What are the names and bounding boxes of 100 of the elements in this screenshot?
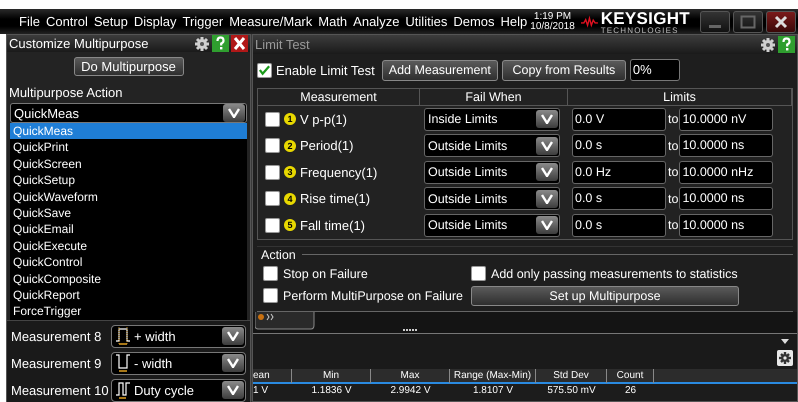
measurement-dropdown[interactable]: Duty cycle [111,378,246,402]
settings-icon[interactable] [760,36,776,52]
upper-limit-field[interactable]: 10.0000 ns [679,187,774,210]
menu-item[interactable]: Trigger [179,14,226,29]
clock-date: 10/8/2018 [530,22,575,32]
dropdown-option[interactable]: QuickSave [10,204,247,222]
row-checkbox[interactable] [265,191,280,206]
minimize-button[interactable] [700,10,730,32]
dropdown-option[interactable]: QuickControl [10,254,247,271]
measurement-dropdown[interactable]: - width [111,352,246,375]
menu-item[interactable]: Utilities [402,14,450,29]
upper-limit-field[interactable]: 10.0000 nV [679,108,774,131]
dropdown-button[interactable] [222,354,244,372]
number-badge: 1 [284,113,296,126]
menu-item[interactable]: Measure/Mark [226,14,316,29]
dropdown-option[interactable]: QuickMeas [10,123,247,140]
dropdown-button[interactable] [223,104,245,122]
fail-when-dropdown[interactable]: Outside Limits [424,187,560,210]
measurement-name: Fall time(1) [300,218,366,233]
pulse-icon [115,326,131,346]
table-cell-text: 575.50 mV [546,384,597,396]
measurement-name: Frequency(1) [300,164,378,180]
clock-time: 1:19 PM [534,12,572,22]
dropdown-option[interactable]: QuickSetup [10,172,247,189]
action-dropdown[interactable]: QuickMeas [10,103,247,123]
passing-checkbox[interactable] [471,266,486,281]
panel-title: Customize Multipurpose [9,36,150,51]
dropdown-button[interactable] [536,110,558,128]
fail-when-dropdown[interactable]: Outside Limits [424,160,560,184]
dropdown-option[interactable]: QuickScreen [10,156,247,172]
column-header: Range (Max-Min) [450,368,536,382]
measurement-label: Measurement 8 [11,328,102,344]
multipurpose-checkbox[interactable] [263,288,278,303]
fail-when-dropdown[interactable]: Outside Limits [424,214,560,237]
column-header: Count [607,368,654,382]
dropdown-button[interactable] [536,163,558,182]
settings-icon[interactable] [194,36,210,52]
dropdown-option[interactable]: ForceTrigger [10,303,247,320]
percent-field[interactable]: 0% [630,59,680,81]
measurement-label: Measurement 10 [11,382,107,398]
menu-item[interactable]: Demos [450,14,498,29]
dropdown-button[interactable] [222,327,244,346]
menu-item[interactable]: Help [498,14,530,29]
menu-item[interactable]: Setup [90,14,131,29]
dropdown-button[interactable] [222,381,244,400]
chevron-down-icon [227,385,239,396]
measurement-dropdown[interactable]: + width [111,324,246,348]
chevron-down-icon [541,167,553,178]
close-icon[interactable] [231,35,248,52]
dropdown-button[interactable] [536,136,558,155]
row-checkbox[interactable] [265,112,280,127]
upper-limit-field[interactable]: 10.0000 ns [679,134,774,158]
row-checkbox[interactable] [265,218,280,233]
fail-when-dropdown[interactable]: Inside Limits [424,108,560,131]
menu-item[interactable]: Display [130,14,180,29]
dropdown-option[interactable]: QuickExecute [10,238,247,254]
menu-item[interactable]: Math [315,14,350,29]
dropdown-option[interactable]: QuickWaveform [10,188,247,205]
lower-limit-field[interactable]: 0.0 s [572,187,666,210]
lower-limit-field[interactable]: 0.0 s [572,134,666,158]
lower-limit-field[interactable]: 0.0 s [572,214,666,237]
dropdown-button[interactable] [536,216,558,234]
menu-item[interactable]: File [16,14,43,29]
table-cell-text: 1.8107 V [472,384,514,396]
column-header: Fail When [420,89,568,106]
do-multipurpose-button[interactable]: Do Multipurpose [74,57,184,76]
lower-limit-field[interactable]: 0.0 V [572,108,666,131]
column-header: Min [292,368,371,382]
copy-results-button[interactable]: Copy from Results [502,60,626,80]
measurement-name: Period(1) [300,138,354,154]
number-badge: 2 [284,140,296,152]
number-badge: 3 [284,166,296,178]
stop-checkbox[interactable] [263,266,278,281]
setup-multipurpose-button[interactable]: Set up Multipurpose [471,286,739,306]
add-measurement-button[interactable]: Add Measurement [382,60,498,80]
menu-item[interactable]: Control [42,14,91,29]
pulse-icon [115,353,131,374]
panel-title: Limit Test [255,37,311,52]
dropdown-option[interactable]: QuickPrint [10,139,247,156]
close-button[interactable] [766,10,796,32]
measurement-name: Rise time(1) [300,191,370,206]
enable-checkbox[interactable] [257,62,272,78]
table-cell-text: 1.1836 V [310,384,353,396]
column-header: ean [253,368,292,382]
lower-limit-field[interactable]: 0.0 Hz [572,160,666,184]
chevron-down-icon [541,194,553,204]
settings-icon[interactable] [777,350,793,366]
dropdown-option[interactable]: QuickReport [10,286,247,304]
row-checkbox[interactable] [265,164,280,180]
menu-item[interactable]: Analyze [350,14,402,29]
dropdown-option[interactable]: QuickComposite [10,270,247,287]
range-separator: to [668,165,678,180]
row-checkbox[interactable] [265,138,280,154]
check-icon [258,63,271,77]
chevron-down-icon [541,140,553,151]
upper-limit-field[interactable]: 10.0000 ns [679,214,774,237]
dropdown-option[interactable]: QuickEmail [10,221,247,238]
fail-when-dropdown[interactable]: Outside Limits [424,134,560,158]
upper-limit-field[interactable]: 10.0000 nHz [679,160,774,184]
dropdown-button[interactable] [536,190,558,208]
